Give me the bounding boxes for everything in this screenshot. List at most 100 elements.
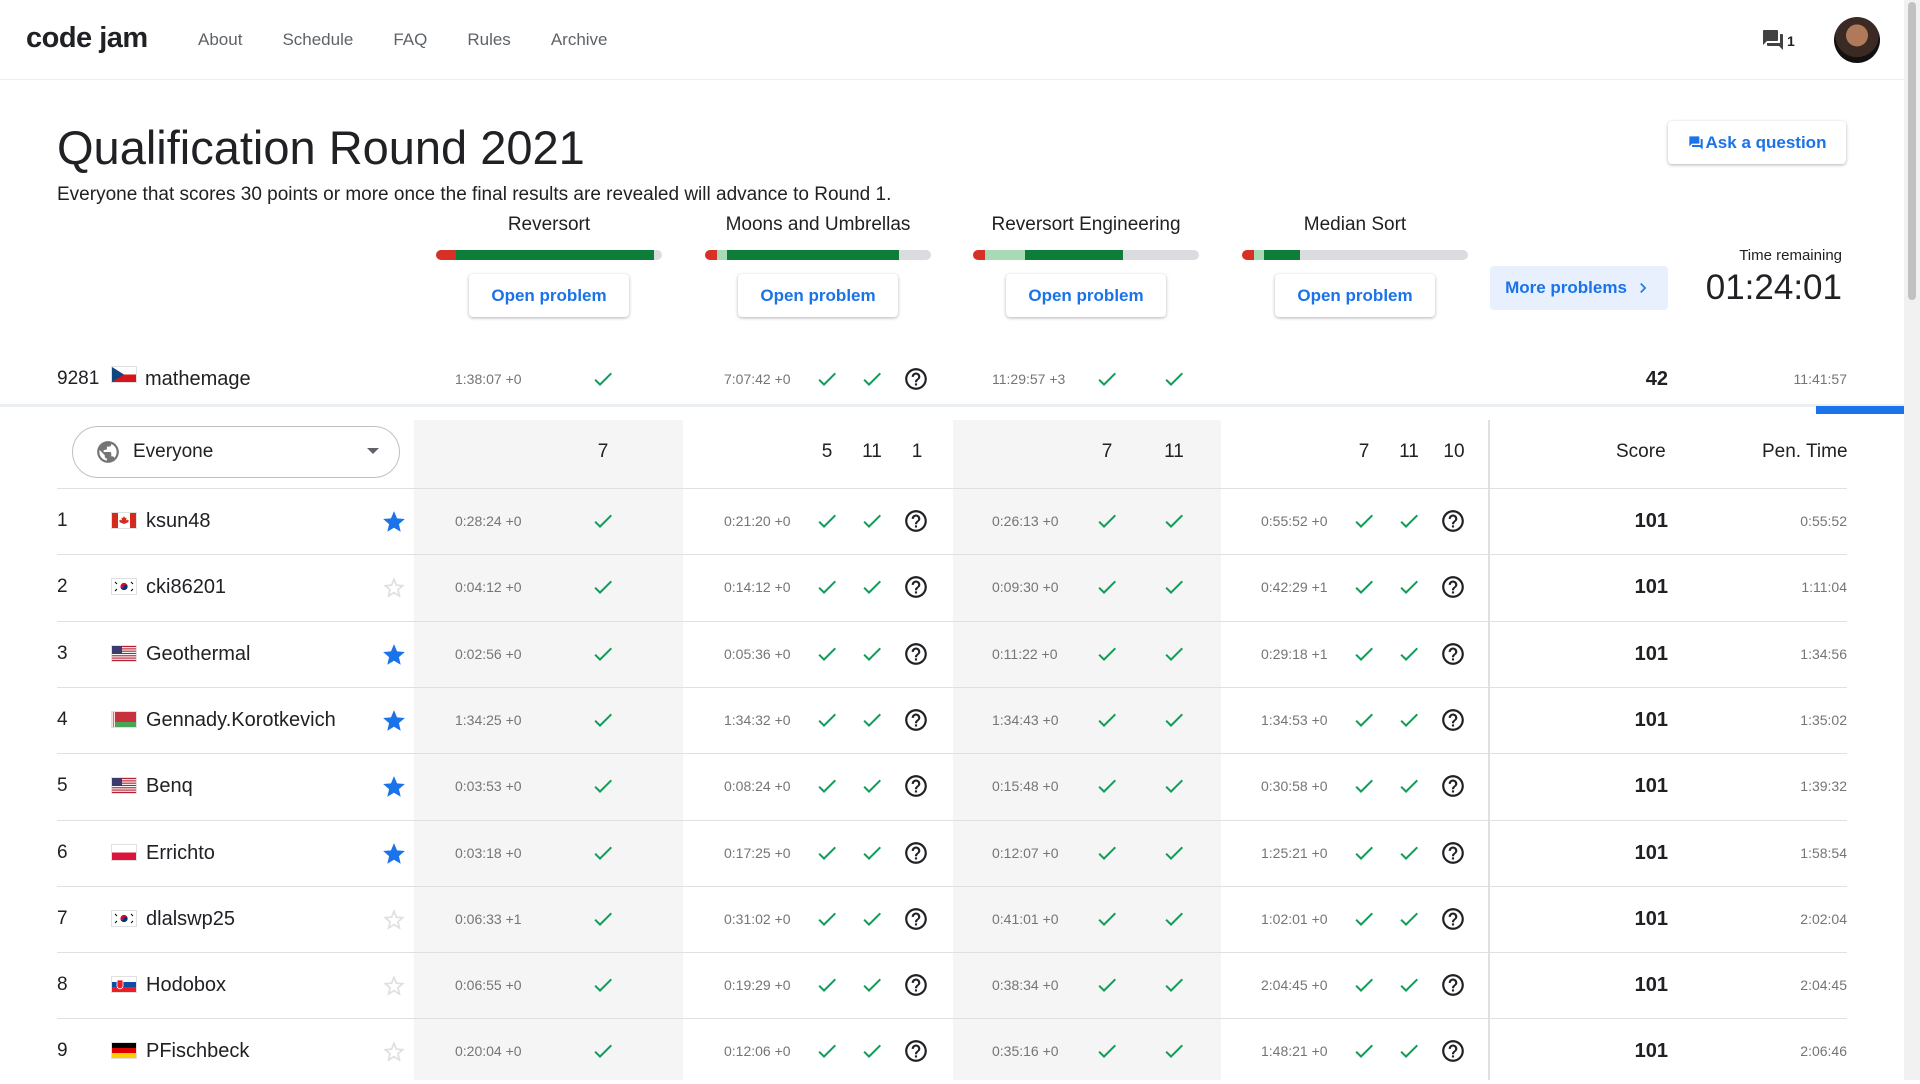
username[interactable]: cki86201 [146, 554, 226, 620]
solve-time: 0:04:12 +0 [455, 579, 522, 595]
check-icon [818, 580, 836, 594]
problem-title: Reversort [507, 214, 591, 235]
username[interactable]: Errichto [146, 820, 215, 886]
participant-filter-dropdown[interactable]: Everyone [72, 426, 400, 478]
star-outline-icon[interactable] [381, 1039, 407, 1065]
my-username[interactable]: mathemage [145, 346, 251, 412]
username[interactable]: Gennady.Korotkevich [146, 687, 336, 753]
problem-reversort-engineering: Reversort Engineering Open problem [971, 214, 1201, 317]
nav-links: About Schedule FAQ Rules Archive [198, 30, 648, 50]
penalty-column-header[interactable]: Pen. Time [1762, 441, 1848, 463]
open-problem-button[interactable]: Open problem [1275, 274, 1435, 317]
flag-kr [111, 910, 137, 927]
check-icon [1400, 514, 1418, 528]
check-icon [1400, 912, 1418, 926]
hidden-verdict-icon [1442, 576, 1464, 598]
nav-link-faq[interactable]: FAQ [393, 30, 427, 50]
username[interactable]: Geothermal [146, 621, 251, 687]
ask-question-button[interactable]: Ask a question [1668, 121, 1846, 164]
nav-link-rules[interactable]: Rules [467, 30, 510, 50]
solve-time: 0:29:18 +1 [1261, 646, 1328, 662]
nav-link-about[interactable]: About [198, 30, 242, 50]
my-rank: 9281 [57, 368, 100, 389]
check-icon [1098, 779, 1116, 793]
nav-link-schedule[interactable]: Schedule [282, 30, 353, 50]
star-filled-icon[interactable] [381, 642, 407, 668]
test-set-points: 7 [1358, 441, 1370, 462]
penalty-time: 1:58:54 [1800, 845, 1847, 861]
username[interactable]: ksun48 [146, 488, 211, 554]
solve-time: 0:35:16 +0 [992, 1043, 1059, 1059]
solve-time: 0:26:13 +0 [992, 513, 1059, 529]
time-remaining-value: 01:24:01 [1705, 268, 1842, 307]
hidden-verdict-icon [905, 709, 927, 731]
scrollbar-thumb[interactable] [1908, 2, 1916, 300]
star-filled-icon[interactable] [381, 774, 407, 800]
check-icon [1165, 912, 1183, 926]
check-icon [1165, 1044, 1183, 1058]
username[interactable]: dlalswp25 [146, 886, 235, 952]
problem-reversort: Reversort Open problem [434, 214, 664, 317]
star-filled-icon[interactable] [381, 708, 407, 734]
check-icon [1400, 580, 1418, 594]
open-problem-button[interactable]: Open problem [1006, 274, 1166, 317]
score: 101 [1634, 841, 1668, 864]
star-outline-icon[interactable] [381, 907, 407, 933]
star-outline-icon[interactable] [381, 973, 407, 999]
check-icon [863, 372, 881, 386]
user-avatar[interactable] [1834, 17, 1880, 63]
solve-time: 0:31:02 +0 [724, 911, 791, 927]
check-icon [594, 713, 612, 727]
rank: 6 [57, 842, 68, 863]
check-icon [1098, 978, 1116, 992]
check-icon [1098, 372, 1116, 386]
username[interactable]: PFischbeck [146, 1018, 249, 1084]
test-set-points: 11 [1399, 441, 1419, 462]
check-icon [1400, 713, 1418, 727]
score-column-header[interactable]: Score [1616, 441, 1666, 463]
solve-time: 0:11:22 +0 [992, 646, 1058, 662]
problem-title: Median Sort [1303, 214, 1407, 235]
divider [0, 404, 1904, 407]
notifications-button[interactable]: 1 [1760, 28, 1795, 52]
star-filled-icon[interactable] [381, 509, 407, 535]
solve-time: 1:34:53 +0 [1261, 712, 1328, 728]
check-icon [1165, 846, 1183, 860]
star-outline-icon[interactable] [381, 575, 407, 601]
open-problem-button[interactable]: Open problem [469, 274, 629, 317]
solve-rate-bar [436, 250, 662, 260]
code-jam-logo[interactable]: code jam [26, 22, 148, 55]
rank: 2 [57, 576, 68, 597]
check-icon [818, 514, 836, 528]
rank: 9 [57, 1040, 68, 1061]
solve-time: 0:09:30 +0 [992, 579, 1059, 595]
check-icon [863, 713, 881, 727]
star-filled-icon[interactable] [381, 841, 407, 867]
ask-question-label: Ask a question [1705, 132, 1827, 152]
check-icon [594, 846, 612, 860]
username[interactable]: Benq [146, 753, 193, 819]
penalty-time: 2:02:04 [1800, 911, 1847, 927]
nav-link-archive[interactable]: Archive [551, 30, 608, 50]
solve-rate-bar [705, 250, 931, 260]
scoreboard-row: 4 Gennady.Korotkevich 1:34:25 +0 1:34:32 +0… [0, 687, 1904, 753]
check-icon [1165, 978, 1183, 992]
hidden-verdict-icon [905, 775, 927, 797]
hidden-verdict-icon [1442, 974, 1464, 996]
penalty-time: 1:11:04 [1801, 579, 1847, 595]
check-icon [1165, 713, 1183, 727]
check-icon [594, 647, 612, 661]
open-problem-button[interactable]: Open problem [738, 274, 898, 317]
solve-time: 0:15:48 +0 [992, 778, 1059, 794]
more-problems-button[interactable]: More problems [1490, 266, 1668, 310]
solve-time: 0:20:04 +0 [455, 1043, 522, 1059]
question-chat-icon [1688, 135, 1703, 150]
check-icon [1165, 779, 1183, 793]
check-icon [863, 580, 881, 594]
test-set-points: 1 [911, 441, 923, 462]
flag-sk [111, 976, 137, 993]
penalty-time: 2:04:45 [1800, 977, 1847, 993]
username[interactable]: Hodobox [146, 952, 226, 1018]
check-icon [863, 1044, 881, 1058]
scoreboard-row: 6 Errichto 0:03:18 +0 0:17:25 +0 0:12:07 +0 1… [0, 820, 1904, 886]
